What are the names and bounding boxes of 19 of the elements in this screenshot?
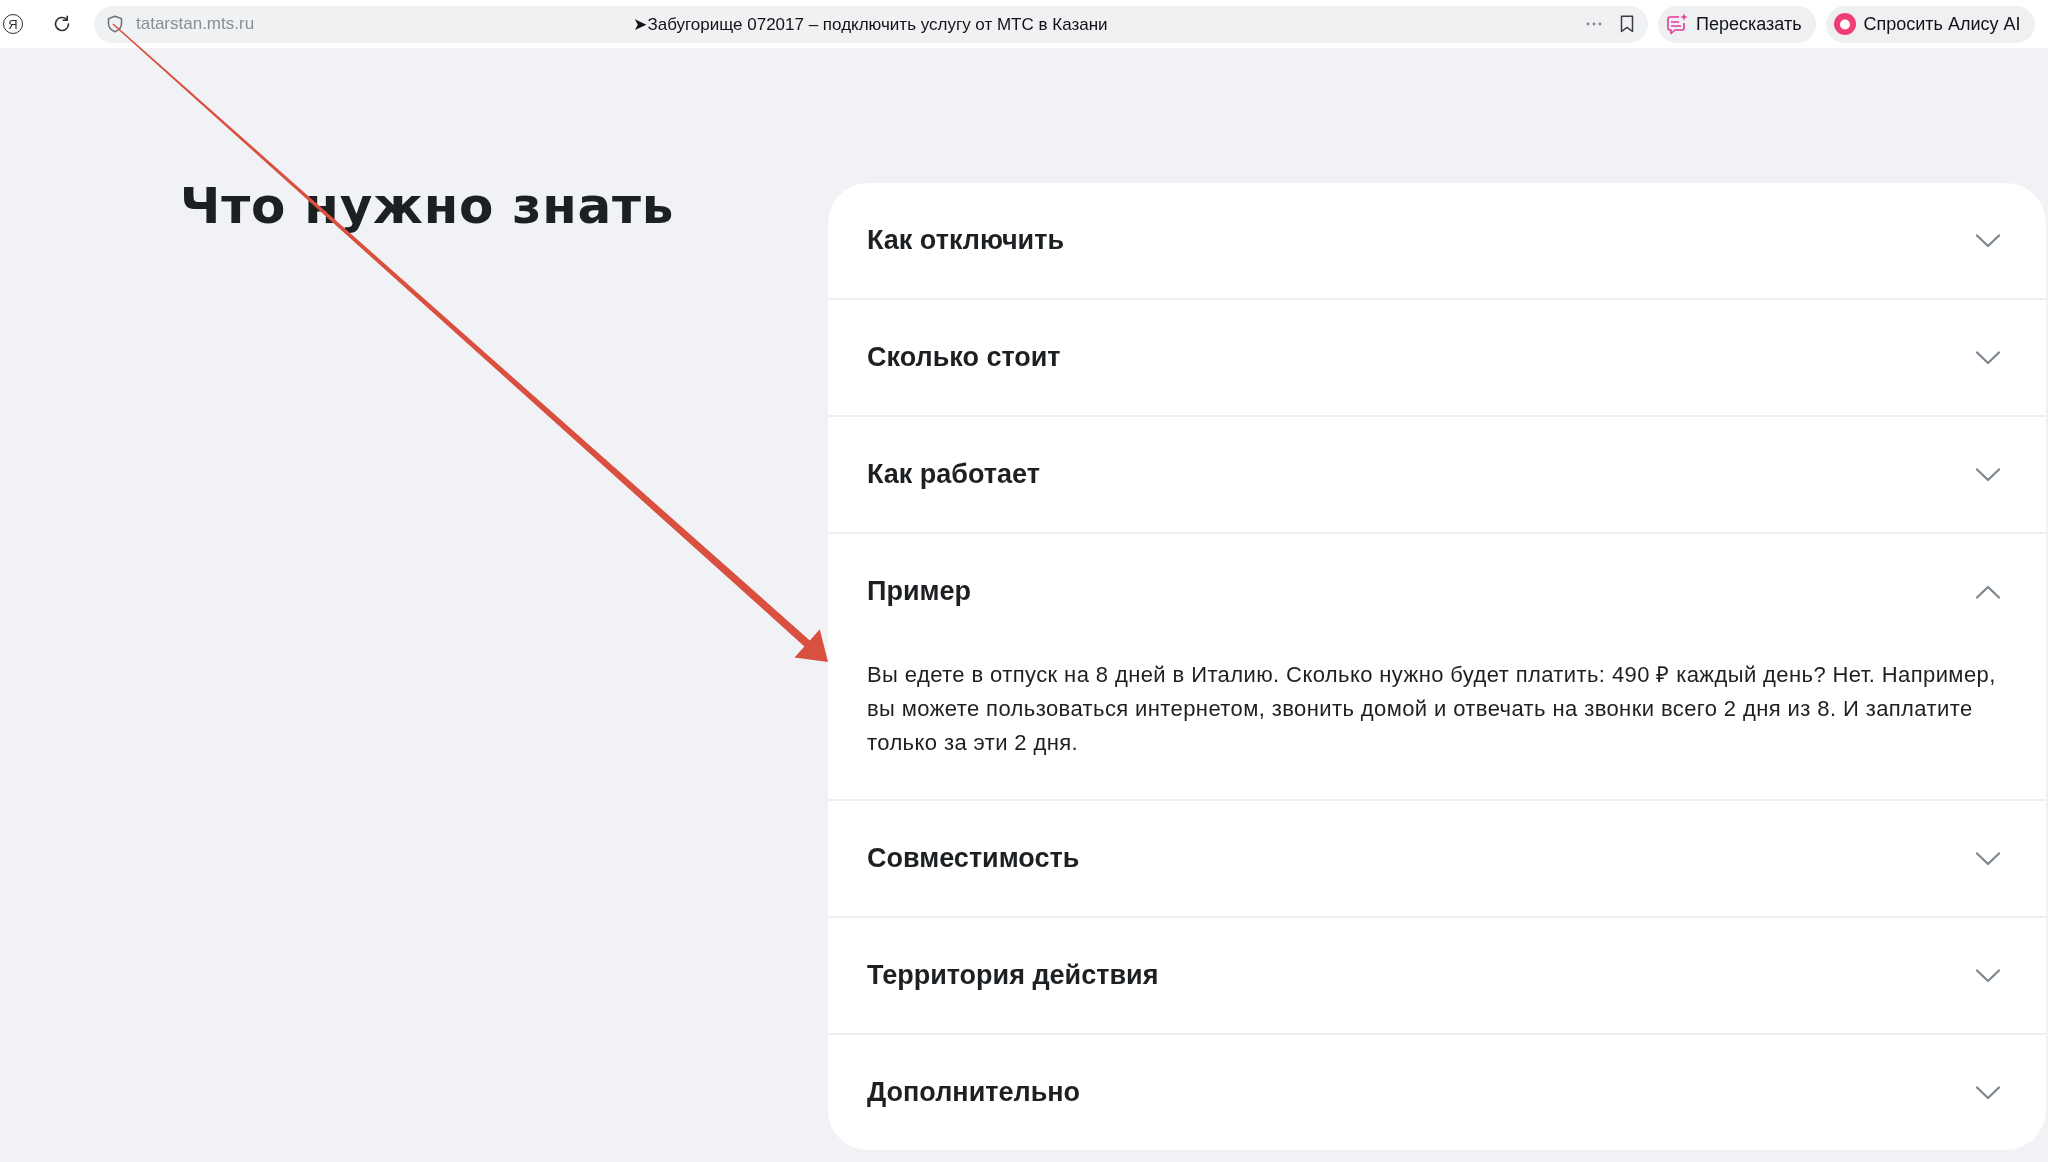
ring-icon	[1833, 13, 1856, 35]
toolbar-button[interactable]: Спросить Алису AI	[1825, 5, 2035, 43]
toolbar-button[interactable]: Пересказать	[1658, 5, 1816, 43]
bookmark-icon[interactable]	[1620, 15, 1634, 33]
accordion-header[interactable]: Как отключить	[828, 183, 2046, 298]
chat-sparkle-icon	[1666, 13, 1688, 35]
accordion-header[interactable]: Дополнительно	[828, 1035, 2046, 1150]
accordion-header[interactable]: Территория действия	[828, 918, 2046, 1033]
address-bar[interactable]: tatarstan.mts.ru ➤Забугорище 072017 – подключить услугу от МТС в Казани	[94, 5, 1648, 43]
accordion-header[interactable]: Совместимость	[828, 801, 2046, 916]
accordion-header[interactable]: Как работает	[828, 417, 2046, 532]
url-text: tatarstan.mts.ru	[136, 14, 255, 34]
reload-icon[interactable]	[53, 15, 71, 33]
more-icon[interactable]	[1586, 22, 1602, 26]
shield-icon[interactable]	[107, 15, 123, 33]
answer-text: Вы едете в отпуск на 8 дней в Италию. Сколько нужно будет платить: 490 ₽ каждый день? Нет. Например, вы можете пользоваться интернетом, звонить домой и отвечать на звонки всего 2 дня из 8. И заплатите только за эти 2 дня.	[866, 661, 1997, 757]
page-title: ➤Забугорище 072017 – подключить услугу от МТС в Казани	[633, 13, 1108, 35]
accordion-header[interactable]: Сколько стоит	[828, 300, 2046, 415]
accordion-header[interactable]: Пример	[828, 534, 2046, 649]
